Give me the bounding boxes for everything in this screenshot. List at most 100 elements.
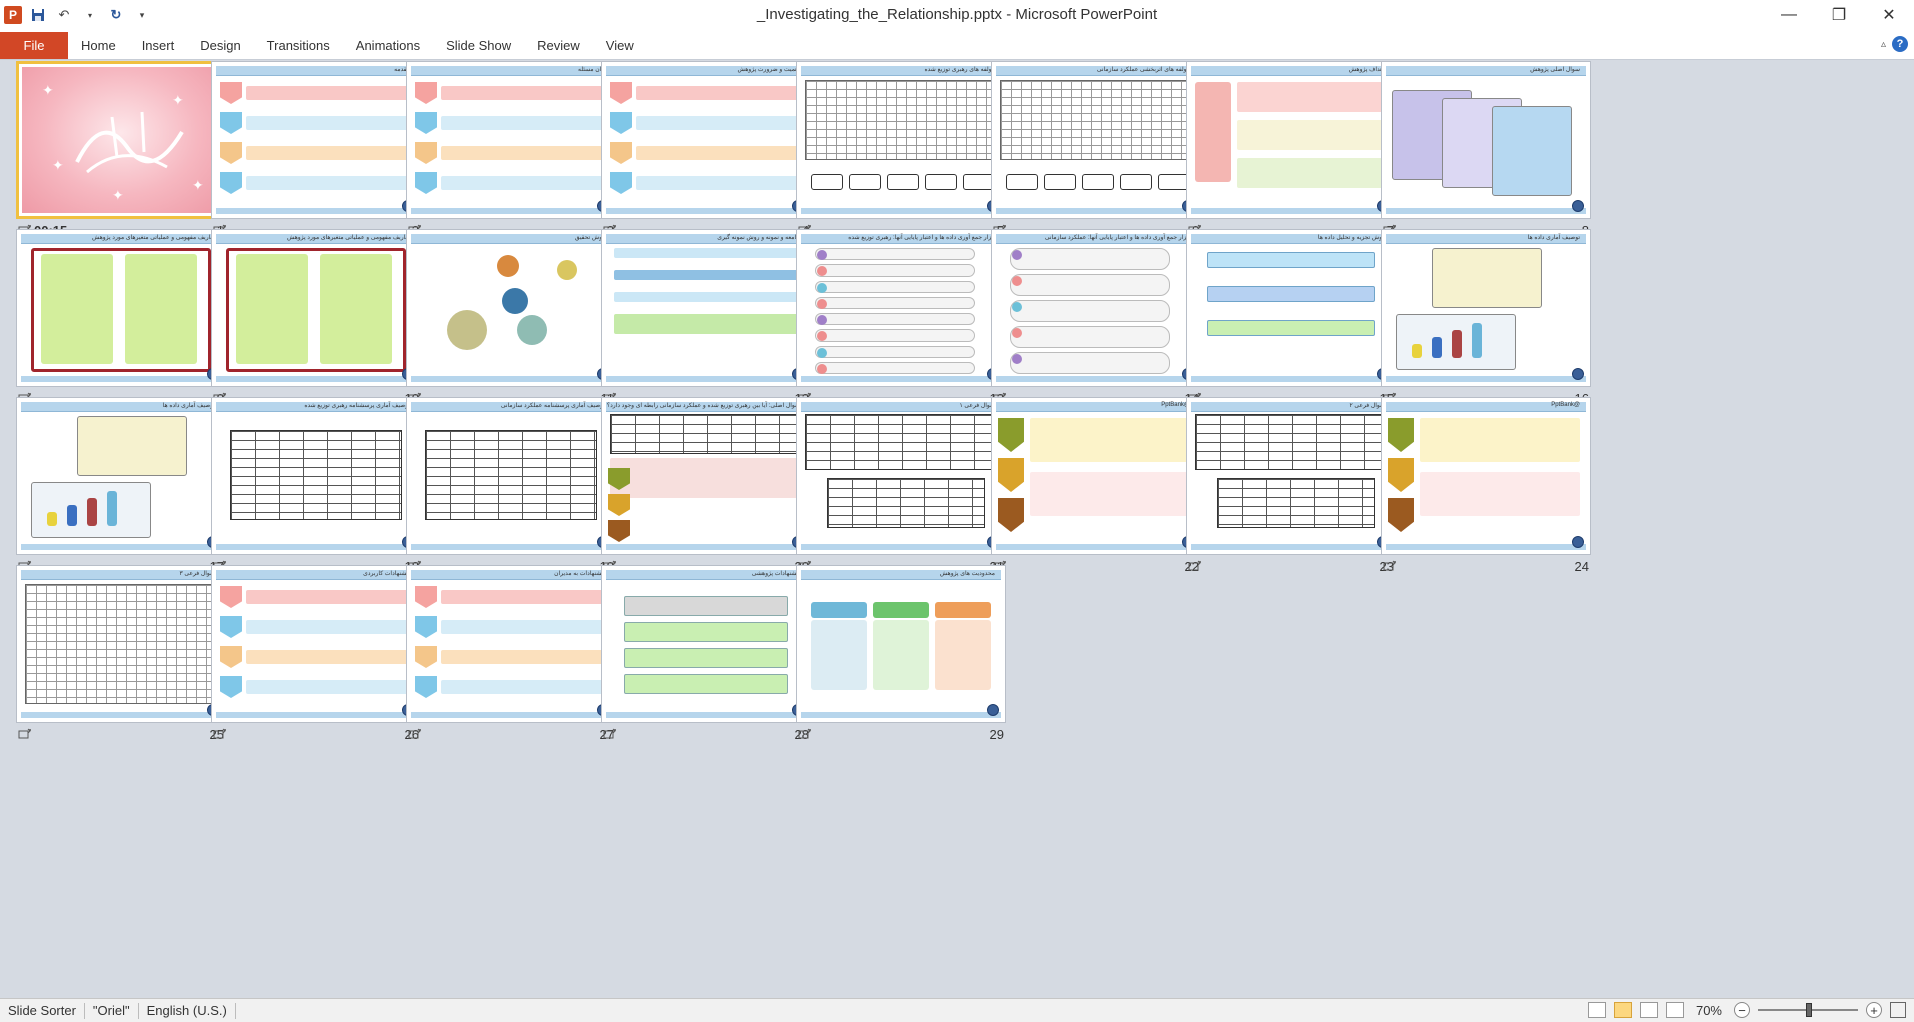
slide-thumbnail-25[interactable]: سوال فرعی ۳ 25 [16, 565, 226, 745]
transition-star-icon[interactable] [798, 728, 812, 740]
slide-preview[interactable]: محدودیت های پژوهش [796, 565, 1006, 723]
slide-preview[interactable]: روش تجزیه و تحلیل داده ها [1186, 229, 1396, 387]
slide-preview[interactable]: توصیف آماری داده ها [1381, 229, 1591, 387]
chevron-icon [415, 142, 437, 164]
slide-sorter-pane[interactable]: ✦✦✦✦✦00:151مقدمه2بیان مسئله3اهمیت و ضرور… [0, 61, 1914, 998]
slide-preview[interactable]: جامعه و نمونه و روش نمونه گیری [601, 229, 811, 387]
slide-thumbnail-21[interactable]: سوال فرعی ۱21 [796, 397, 1006, 577]
save-icon[interactable] [30, 7, 46, 23]
slide-preview[interactable]: تعاریف مفهومی و عملیاتی متغیرهای مورد پژ… [211, 229, 421, 387]
tab-review[interactable]: Review [524, 32, 593, 59]
slide-thumbnail-7[interactable]: اهداف پژوهش7 [1186, 61, 1396, 241]
tab-animations[interactable]: Animations [343, 32, 433, 59]
slide-thumbnail-2[interactable]: مقدمه2 [211, 61, 421, 241]
slide-preview[interactable]: توصیف آماری پرسشنامه عملکرد سازمانی [406, 397, 616, 555]
slide-preview[interactable]: سوال فرعی ۲ [1186, 397, 1396, 555]
tab-slide-show[interactable]: Slide Show [433, 32, 524, 59]
tab-view[interactable]: View [593, 32, 647, 59]
slide-preview[interactable]: توصیف آماری پرسشنامه رهبری توزیع شده [211, 397, 421, 555]
slide-preview[interactable]: @PptBank [991, 397, 1201, 555]
transition-star-icon[interactable] [1383, 560, 1397, 572]
slide-thumbnail-13[interactable]: ابزار جمع آوری داده ها و اعتبار پایایی آ… [796, 229, 1006, 409]
restore-button[interactable]: ❐ [1814, 0, 1864, 30]
tab-home[interactable]: Home [68, 32, 129, 59]
slide-thumbnail-6[interactable]: مولفه های اثربخشی عملکرد سازمانی6 [991, 61, 1201, 241]
slide-thumbnail-5[interactable]: مولفه های رهبری توزیع شده5 [796, 61, 1006, 241]
slide-preview[interactable]: ✦ ✦ ✦ ✦ ✦ [16, 61, 226, 219]
slide-thumbnail-12[interactable]: جامعه و نمونه و روش نمونه گیری12 [601, 229, 811, 409]
minimize-ribbon-icon[interactable]: ▵ [1881, 39, 1886, 50]
slide-show-view-button[interactable] [1665, 1002, 1684, 1018]
slide-thumbnail-20[interactable]: سوال اصلی: آیا بین رهبری توزیع شده و عمل… [601, 397, 811, 577]
transition-star-icon[interactable] [213, 728, 227, 740]
normal-view-button[interactable] [1587, 1002, 1606, 1018]
slide-preview[interactable]: روش تحقیق [406, 229, 616, 387]
slide-thumbnail-10[interactable]: تعاریف مفهومی و عملیاتی متغیرهای مورد پژ… [211, 229, 421, 409]
zoom-slider[interactable] [1758, 1003, 1858, 1017]
slide-sorter-view-button[interactable] [1613, 1002, 1632, 1018]
slide-preview[interactable]: پیشنهادات کاربردی [211, 565, 421, 723]
customize-qat-icon[interactable]: ▾ [134, 7, 150, 23]
powerpoint-logo-icon[interactable]: P [4, 6, 22, 24]
slide-thumbnail-9[interactable]: تعاریف مفهومی و عملیاتی متغیرهای مورد پژ… [16, 229, 226, 409]
transition-star-icon[interactable] [18, 728, 32, 740]
undo-dropdown-icon[interactable]: ▾ [82, 7, 98, 23]
slide-preview[interactable]: مقدمه [211, 61, 421, 219]
slide-preview[interactable]: ابزار جمع آوری داده ها و اعتبار پایایی آ… [796, 229, 1006, 387]
slide-preview[interactable]: توصیف آماری داده ها [16, 397, 226, 555]
slide-preview[interactable]: اهداف پژوهش [1186, 61, 1396, 219]
transition-star-icon[interactable] [603, 728, 617, 740]
slide-thumbnail-11[interactable]: روش تحقیق11 [406, 229, 616, 409]
slide-thumbnail-22[interactable]: @PptBank22 [991, 397, 1201, 577]
status-language[interactable]: English (U.S.) [139, 1002, 236, 1019]
slide-thumbnail-24[interactable]: @PptBank 24 [1381, 397, 1591, 577]
slide-preview[interactable]: سوال فرعی ۱ [796, 397, 1006, 555]
slide-thumbnail-15[interactable]: روش تجزیه و تحلیل داده ها15 [1186, 229, 1396, 409]
undo-icon[interactable]: ↶ [56, 7, 72, 23]
slide-thumbnail-8[interactable]: سوال اصلی پژوهش8 [1381, 61, 1591, 241]
slide-thumbnail-23[interactable]: سوال فرعی ۲ 23 [1186, 397, 1396, 577]
slide-preview[interactable]: بیان مسئله [406, 61, 616, 219]
slide-thumbnail-17[interactable]: توصیف آماری داده ها17 [16, 397, 226, 577]
help-icon[interactable]: ? [1892, 36, 1908, 52]
slide-thumbnail-16[interactable]: توصیف آماری داده ها16 [1381, 229, 1591, 409]
close-button[interactable]: ✕ [1864, 0, 1914, 30]
tab-transitions[interactable]: Transitions [254, 32, 343, 59]
slide-preview[interactable]: سوال اصلی: آیا بین رهبری توزیع شده و عمل… [601, 397, 811, 555]
slide-preview[interactable]: ابزار جمع آوری داده ها و اعتبار پایایی آ… [991, 229, 1201, 387]
slide-preview[interactable]: پیشنهادات به مدیران [406, 565, 616, 723]
slide-preview[interactable]: مولفه های اثربخشی عملکرد سازمانی [991, 61, 1201, 219]
zoom-in-button[interactable]: + [1866, 1002, 1882, 1018]
slide-thumbnail-4[interactable]: اهمیت و ضرورت پژوهش4 [601, 61, 811, 241]
slide-thumbnail-19[interactable]: توصیف آماری پرسشنامه عملکرد سازمانی19 [406, 397, 616, 577]
tab-insert[interactable]: Insert [129, 32, 188, 59]
slide-thumbnail-28[interactable]: پیشنهادات پژوهشی 28 [601, 565, 811, 745]
transition-star-icon[interactable] [408, 728, 422, 740]
slide-preview[interactable]: پیشنهادات پژوهشی [601, 565, 811, 723]
fit-to-window-icon[interactable] [1890, 1002, 1906, 1018]
zoom-level[interactable]: 70% [1696, 1003, 1722, 1018]
slide-thumbnail-14[interactable]: ابزار جمع آوری داده ها و اعتبار پایایی آ… [991, 229, 1201, 409]
slide-title: روش تجزیه و تحلیل داده ها [1317, 235, 1385, 241]
slide-preview[interactable]: سوال اصلی پژوهش [1381, 61, 1591, 219]
tab-design[interactable]: Design [187, 32, 253, 59]
reading-view-button[interactable] [1639, 1002, 1658, 1018]
slide-thumbnail-1[interactable]: ✦✦✦✦✦00:151 [16, 61, 226, 241]
zoom-out-button[interactable]: − [1734, 1002, 1750, 1018]
slide-thumbnail-3[interactable]: بیان مسئله3 [406, 61, 616, 241]
zoom-slider-thumb[interactable] [1806, 1003, 1812, 1017]
transition-star-icon[interactable] [1188, 560, 1202, 572]
slide-thumbnail-27[interactable]: پیشنهادات به مدیران 27 [406, 565, 616, 745]
slide-preview[interactable]: اهمیت و ضرورت پژوهش [601, 61, 811, 219]
status-theme-name[interactable]: "Oriel" [85, 1002, 139, 1019]
slide-thumbnail-18[interactable]: توصیف آماری پرسشنامه رهبری توزیع شده18 [211, 397, 421, 577]
redo-icon[interactable]: ↻ [108, 7, 124, 23]
minimize-button[interactable]: — [1764, 0, 1814, 30]
tab-file[interactable]: File [0, 32, 68, 59]
slide-preview[interactable]: مولفه های رهبری توزیع شده [796, 61, 1006, 219]
slide-preview[interactable]: تعاریف مفهومی و عملیاتی متغیرهای مورد پژ… [16, 229, 226, 387]
slide-preview[interactable]: @PptBank [1381, 397, 1591, 555]
slide-preview[interactable]: سوال فرعی ۳ [16, 565, 226, 723]
slide-thumbnail-29[interactable]: محدودیت های پژوهش 29 [796, 565, 1006, 745]
slide-thumbnail-26[interactable]: پیشنهادات کاربردی 26 [211, 565, 421, 745]
